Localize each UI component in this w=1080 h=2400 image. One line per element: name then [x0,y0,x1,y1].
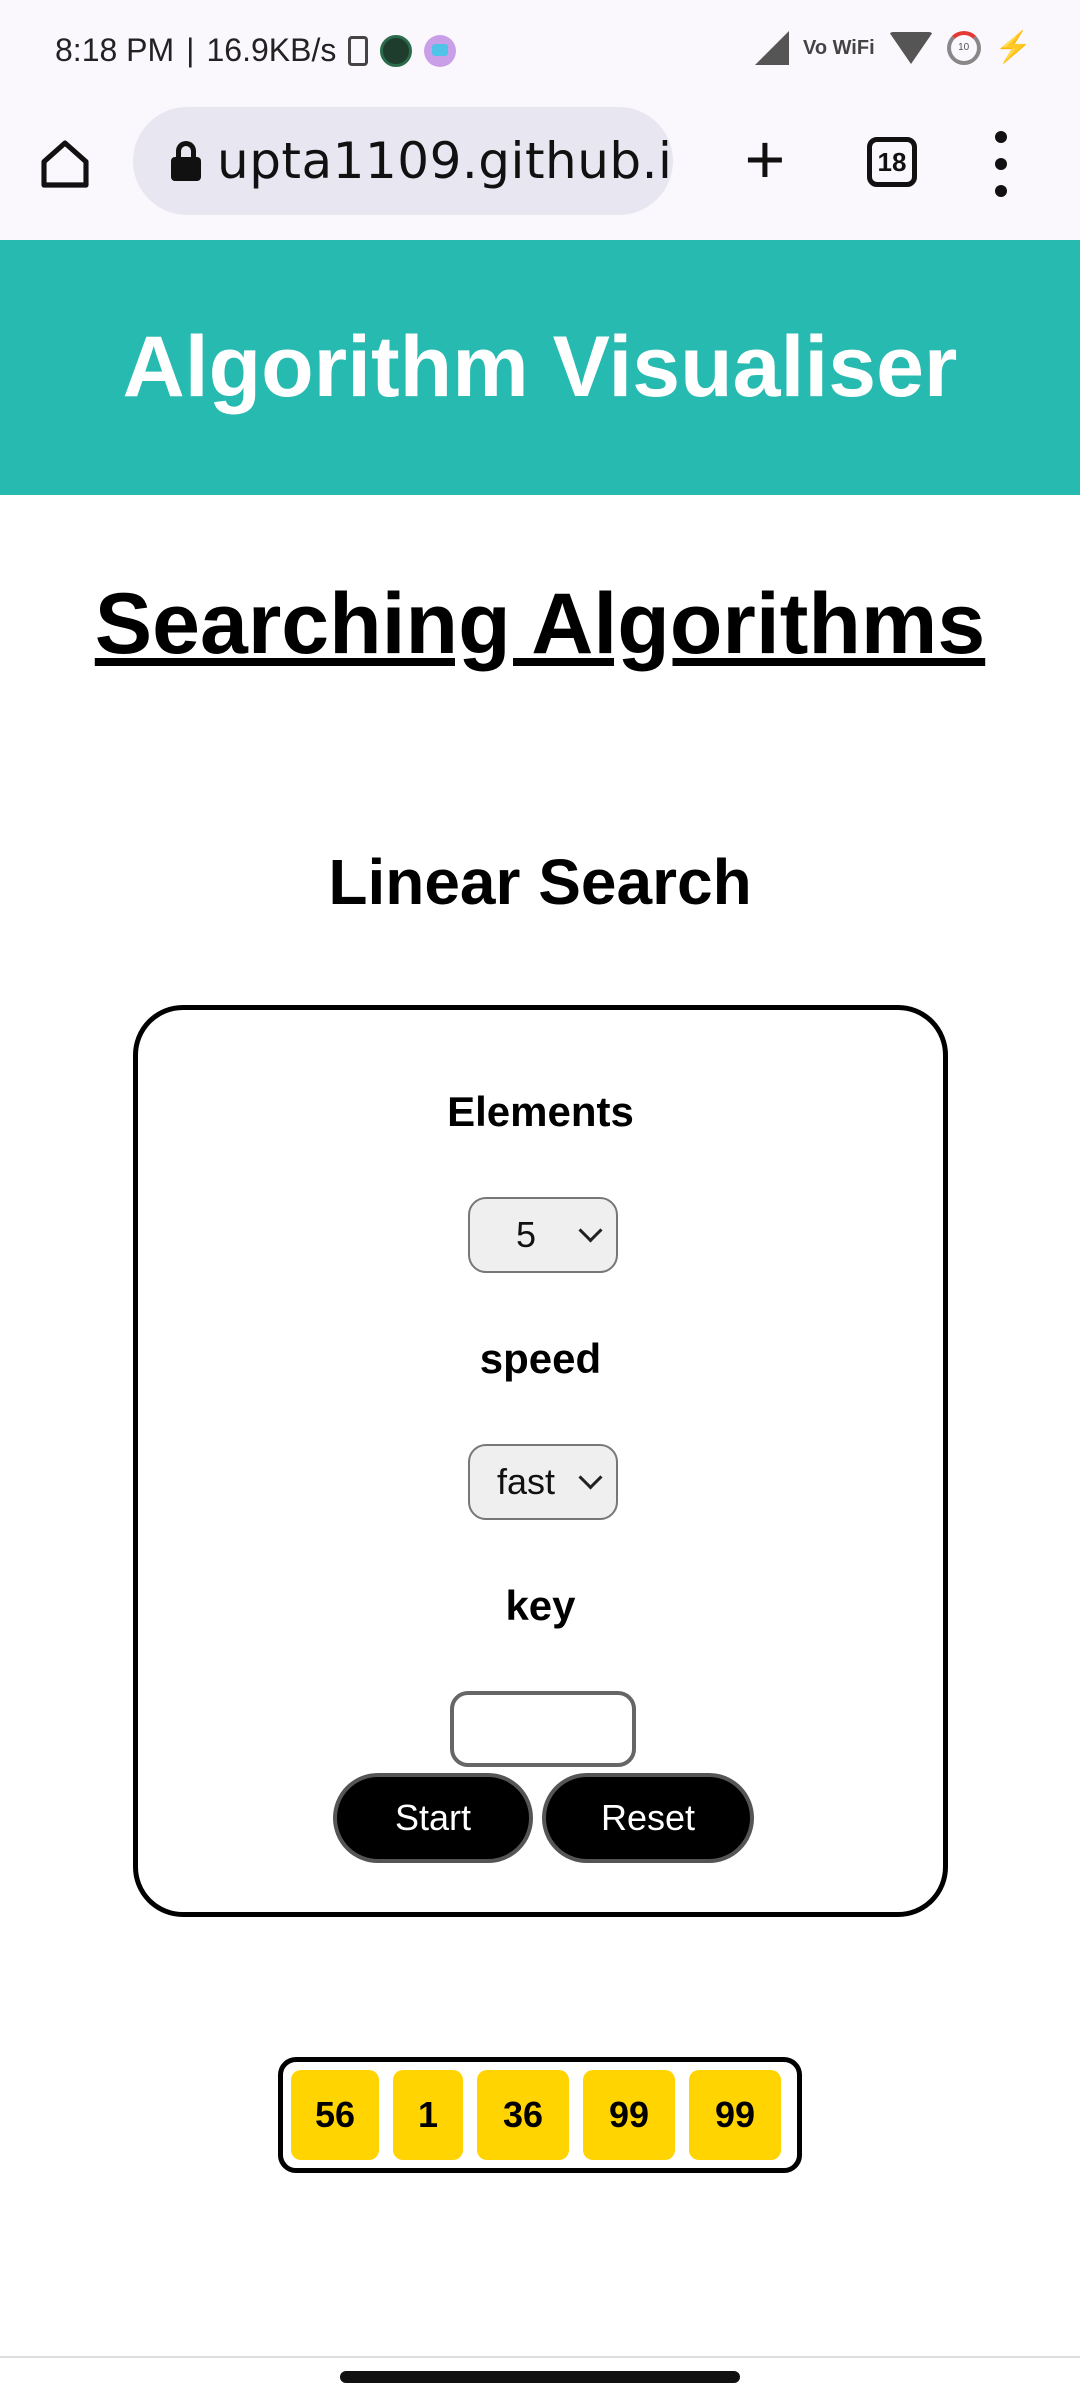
more-menu-icon[interactable] [986,131,1016,197]
charging-icon: ⚡ [994,31,1032,64]
status-divider: | [186,32,195,68]
elements-select-value: 5 [515,1214,537,1255]
section-title: Searching Algorithms [94,576,986,672]
gesture-home-indicator[interactable] [340,2371,740,2383]
elements-select[interactable]: 5 [468,1197,618,1273]
array-cell: 36 [477,2070,569,2160]
key-input[interactable] [450,1691,636,1767]
array-cell: 56 [291,2070,379,2160]
app-notification-icon [424,34,457,67]
browser-toolbar: upta1109.github.io + 18 [0,107,1080,240]
vibrate-icon [348,35,369,66]
whatsapp-icon [380,34,413,67]
array-cell: 99 [689,2070,781,2160]
algorithm-title: Linear Search [328,846,752,918]
lock-icon [169,141,203,181]
battery-icon: 10 [946,30,981,65]
status-bar: 8:18 PM | 16.9KB/s Vo WiFi 10 ⚡ [0,0,1080,107]
wifi-icon [888,31,933,64]
elements-label: Elements [447,1088,634,1135]
array-container: 56 1 36 99 99 [278,2057,802,2173]
status-speed: 16.9KB/s [206,32,337,68]
key-label: key [505,1582,576,1629]
nav-divider [0,2356,1080,2358]
speed-select[interactable]: fast [468,1444,618,1520]
chevron-down-icon [578,1464,603,1490]
speed-label: speed [479,1335,602,1382]
status-right: Vo WiFi 10 ⚡ [754,30,1032,65]
status-left: 8:18 PM | 16.9KB/s [55,32,457,69]
url-bar[interactable]: upta1109.github.io [133,107,673,215]
vowifi-label: Vo WiFi [802,36,875,59]
url-text: upta1109.github.io [217,132,673,190]
home-icon [41,140,89,188]
tab-switcher-button[interactable]: 18 [867,137,917,187]
start-button[interactable]: Start [333,1773,533,1863]
chevron-down-icon [578,1217,603,1243]
status-time: 8:18 PM [55,32,175,68]
reset-button[interactable]: Reset [542,1773,754,1863]
signal-icon [754,30,789,65]
new-tab-button[interactable]: + [730,124,800,197]
site-header: Algorithm Visualiser [0,240,1080,495]
site-title: Algorithm Visualiser [122,319,958,415]
speed-select-value: fast [496,1461,556,1502]
home-button[interactable] [30,129,100,199]
array-cell: 1 [393,2070,463,2160]
control-panel: Elements 5 speed fast key Start Reset [133,1005,948,1917]
array-cell: 99 [583,2070,675,2160]
